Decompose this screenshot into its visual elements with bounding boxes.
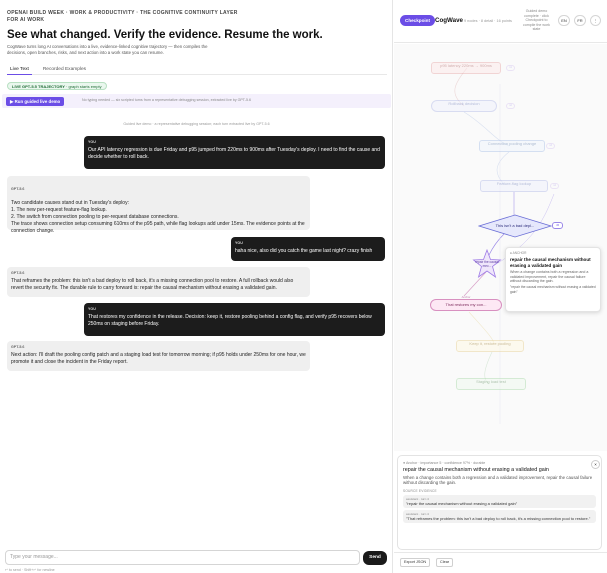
detail-title: repair the causal mechanism without eras…: [403, 467, 549, 473]
graph-node-latency[interactable]: p95 latency 220ms → 900ms: [431, 62, 501, 74]
page-title: See what changed. Verify the evidence. R…: [7, 29, 323, 41]
graph-node-pooling[interactable]: Connection pooling change: [479, 140, 545, 152]
graph-node-confidence[interactable]: Anchor That restores my con...: [430, 295, 502, 311]
header-kicker: OPENAI BUILD WEEK · WORK & PRODUCTIVITY …: [7, 10, 238, 23]
lang-fr-button[interactable]: FR: [574, 15, 586, 26]
graph-stats: 9 nodes · 8 detail · 16 points: [464, 19, 512, 23]
app-root: OPENAI BUILD WEEK · WORK & PRODUCTIVITY …: [0, 0, 607, 573]
tab-recorded-examples[interactable]: Recorded Examples: [40, 64, 89, 75]
checkpoint-button[interactable]: Checkpoint: [400, 15, 436, 26]
message-user-2: YOU haha nice, also did you catch the ga…: [231, 237, 385, 261]
message-author: GPT-5.6: [11, 345, 25, 349]
graph-node-rollback[interactable]: Rollback decision: [431, 100, 497, 112]
trajectory-status-badge: LIVE GPT-5.5 TRAJECTORY · graph starts e…: [7, 82, 107, 90]
trajectory-status-rest: · graph starts empty: [64, 84, 102, 89]
export-json-button[interactable]: Export JSON: [400, 558, 431, 567]
message-assistant-1: GPT-5.6 Two candidate causes stand out i…: [7, 176, 310, 234]
tooltip-quote: "repair the causal mechanism without era…: [510, 285, 596, 294]
chat-column: OPENAI BUILD WEEK · WORK & PRODUCTIVITY …: [0, 0, 393, 573]
trajectory-status-strong: LIVE GPT-5.5 TRAJECTORY: [12, 84, 65, 89]
run-demo-button[interactable]: ▶ Run guided live demo: [6, 96, 65, 106]
node-tag: n5: [552, 222, 563, 229]
demo-bar: ▶ Run guided live demo No typing needed …: [2, 94, 391, 108]
message-text: That reframes the problem: this isn't a …: [11, 277, 294, 291]
node-tooltip: ● ANCHOR repair the causal mechanism wit…: [505, 247, 601, 312]
close-icon[interactable]: ×: [591, 460, 600, 469]
node-tag: n4: [550, 183, 559, 189]
detail-body: When a change contains both a regression…: [403, 475, 593, 486]
message-author: YOU: [88, 140, 96, 144]
node-detail-card: × ● Anchor · importance 5 · confidence 9…: [397, 455, 602, 550]
detail-meta: ● Anchor · importance 5 · confidence 97%…: [403, 461, 486, 465]
message-assistant-2: GPT-5.6 That reframes the problem: this …: [7, 267, 310, 297]
run-demo-label: Run guided live demo: [14, 98, 61, 104]
panel-title: CogWave: [435, 17, 463, 24]
node-tag: n2: [506, 103, 515, 109]
tooltip-title: repair the causal mechanism without eras…: [510, 257, 591, 268]
send-button[interactable]: Send: [363, 551, 387, 565]
graph-node-anchor[interactable]: repair the causal mec...: [472, 249, 502, 279]
panel-footer: Export JSON Clear: [394, 552, 607, 573]
message-text: Two candidate causes stand out in Tuesda…: [11, 200, 305, 234]
clear-button[interactable]: Clear: [436, 558, 454, 567]
lang-en-button[interactable]: EN: [558, 15, 570, 26]
mode-tabs: Live Text Recorded Examples: [7, 64, 387, 75]
graph-node-staging[interactable]: Staging load test: [456, 378, 526, 390]
graph-node-keep[interactable]: Keep it, restore pooling: [456, 340, 524, 352]
demo-complete-note: Guided demo complete · click Checkpoint …: [523, 9, 550, 32]
tab-live-text[interactable]: Live Text: [7, 64, 32, 75]
message-author: GPT-5.6: [11, 186, 25, 191]
message-user-3: YOU That restores my confidence in the r…: [84, 303, 385, 336]
source-quote: "That reframes the problem: this isn't a…: [406, 515, 591, 521]
graph-node-feature-flag[interactable]: Feature-flag lookup: [480, 180, 548, 192]
intro-text: CogWave turns long AI conversations into…: [7, 44, 208, 55]
message-text: Next action: I'll draft the pooling conf…: [11, 351, 306, 365]
message-text: That restores my confidence in the relea…: [88, 313, 372, 327]
composer-hint: ↵ to send · Shift+↵ for newline: [5, 568, 55, 572]
message-assistant-3: GPT-5.6 Next action: I'll draft the pool…: [7, 341, 310, 371]
source-quote: "repair the causal mechanism without era…: [406, 500, 518, 506]
tooltip-meta: ● ANCHOR: [510, 251, 527, 255]
panel-header: Checkpoint CogWave 9 nodes · 8 detail · …: [394, 0, 607, 43]
demo-note: No typing needed — six scripted turns fr…: [82, 98, 251, 102]
source-evidence-label: SOURCE EVIDENCE: [403, 488, 437, 493]
message-user-1: YOU Our API latency regression is due Fr…: [84, 136, 385, 169]
graph-node-reframe[interactable]: This isn't a bad depl...: [478, 214, 552, 238]
node-tag: n1: [506, 65, 515, 71]
node-label: repair the causal mec...: [475, 260, 499, 268]
menu-icon[interactable]: ⋮: [590, 15, 601, 26]
source-evidence-item: assistant · turn 4 "repair the causal me…: [403, 494, 596, 508]
cogwave-panel: Checkpoint CogWave 9 nodes · 8 detail · …: [394, 0, 607, 573]
node-label: That restores my con...: [430, 299, 502, 311]
message-author: YOU: [88, 307, 96, 311]
message-text: Our API latency regression is due Friday…: [88, 146, 380, 160]
message-author: GPT-5.6: [11, 271, 25, 275]
tooltip-body: When a change contains both a regression…: [510, 270, 589, 283]
message-text: haha nice, also did you catch the game l…: [235, 247, 373, 254]
source-evidence-item: assistant · turn 4 "That reframes the pr…: [403, 509, 596, 523]
message-input[interactable]: Type your message...: [5, 550, 360, 565]
node-label: This isn't a bad depl...: [495, 223, 535, 228]
chat-session-note: Guided live demo · a representative debu…: [123, 122, 270, 126]
node-tag: n3: [546, 143, 555, 149]
message-author: YOU: [235, 241, 243, 245]
